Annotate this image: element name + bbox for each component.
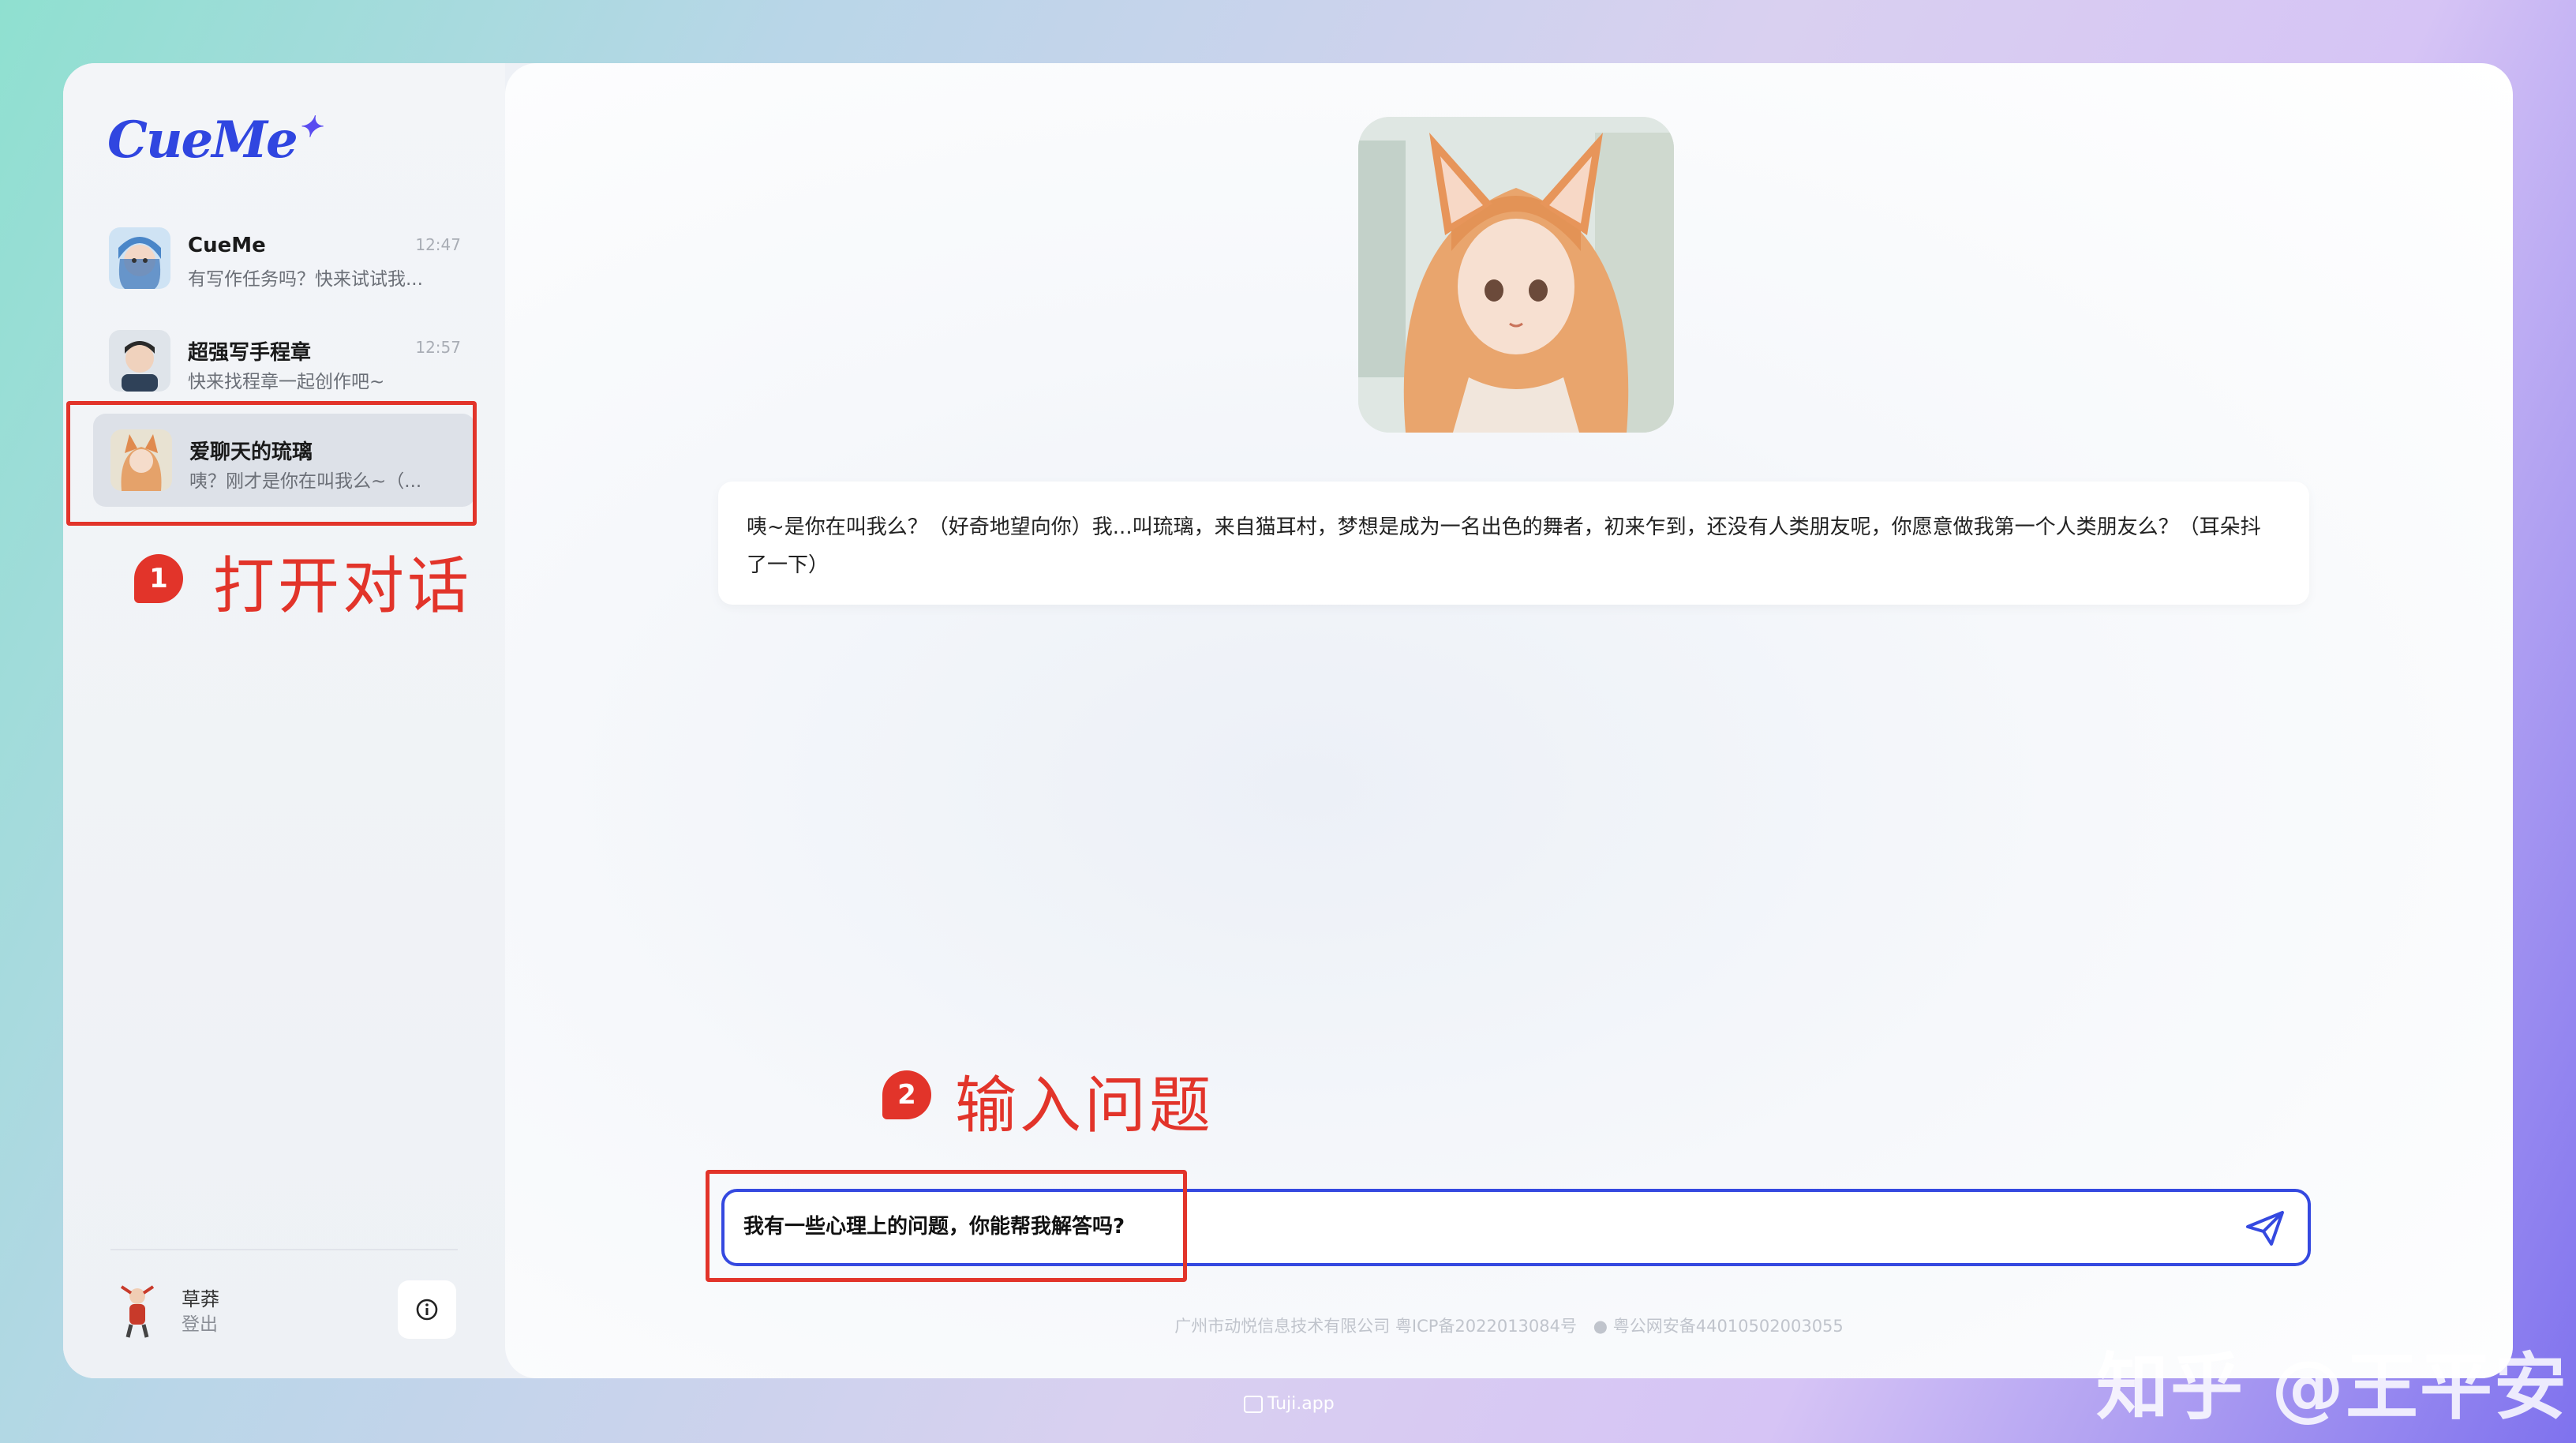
tuji-icon [1244, 1395, 1263, 1413]
tuji-badge: Tuji.app [1244, 1394, 1335, 1414]
chat-name: 超强写手程章 [188, 341, 312, 365]
chat-preview: 有写作任务吗？快来试试我... [188, 269, 423, 290]
character-portrait [1358, 117, 1674, 433]
info-icon [416, 1299, 438, 1321]
avatar [109, 227, 170, 289]
annotation-box-2 [706, 1170, 1187, 1282]
icp-text[interactable]: 广州市动悦信息技术有限公司 粤ICP备2022013084号 [1174, 1317, 1577, 1336]
logo-text: CueMe [107, 111, 298, 170]
avatar [109, 330, 170, 392]
send-icon [2246, 1211, 2284, 1246]
send-button[interactable] [2243, 1208, 2287, 1249]
logout-link[interactable]: 登出 [182, 1309, 218, 1336]
sidebar: CueMe✦ CueMe 12:47 有写作任务吗？快来试试我... 超强写手程… [63, 63, 505, 1378]
chat-preview: 快来找程章一起创作吧~ [188, 372, 385, 392]
info-button[interactable] [398, 1280, 456, 1339]
chat-panel: 咦~是你在叫我么？（好奇地望向你）我...叫琉璃，来自猫耳村，梦想是成为一名出色… [505, 63, 2513, 1378]
chat-name: CueMe [188, 234, 266, 257]
sparkle-icon: ✦ [298, 111, 322, 144]
chat-time: 12:47 [415, 235, 461, 254]
annotation-text-2: 输入问题 [955, 1070, 1215, 1141]
annotation-text-1: 打开对话 [213, 551, 473, 622]
annotation-badge-2: 2 [882, 1070, 931, 1119]
user-avatar[interactable] [107, 1279, 167, 1339]
chat-time: 12:57 [415, 338, 461, 357]
annotation-badge-1: 1 [134, 554, 183, 603]
user-name: 草莽 [182, 1288, 219, 1310]
police-text[interactable]: 粤公网安备44010502003055 [1613, 1317, 1844, 1336]
annotation-box-1 [66, 401, 477, 526]
watermark: 知乎 @王平安 [2095, 1345, 2568, 1430]
assistant-message: 咦~是你在叫我么？（好奇地望向你）我...叫琉璃，来自猫耳村，梦想是成为一名出色… [718, 482, 2309, 605]
message-text: 咦~是你在叫我么？（好奇地望向你）我...叫琉璃，来自猫耳村，梦想是成为一名出色… [747, 515, 2261, 577]
tuji-text: Tuji.app [1267, 1394, 1335, 1414]
divider [110, 1249, 458, 1250]
logo[interactable]: CueMe✦ [107, 111, 322, 170]
app-window: CueMe✦ CueMe 12:47 有写作任务吗？快来试试我... 超强写手程… [63, 63, 2513, 1378]
chat-item-cueme[interactable]: CueMe 12:47 有写作任务吗？快来试试我... [92, 212, 474, 305]
police-badge-icon: ● [1593, 1317, 1608, 1336]
chat-item-chengzhang[interactable]: 超强写手程章 12:57 快来找程章一起创作吧~ [92, 314, 474, 407]
